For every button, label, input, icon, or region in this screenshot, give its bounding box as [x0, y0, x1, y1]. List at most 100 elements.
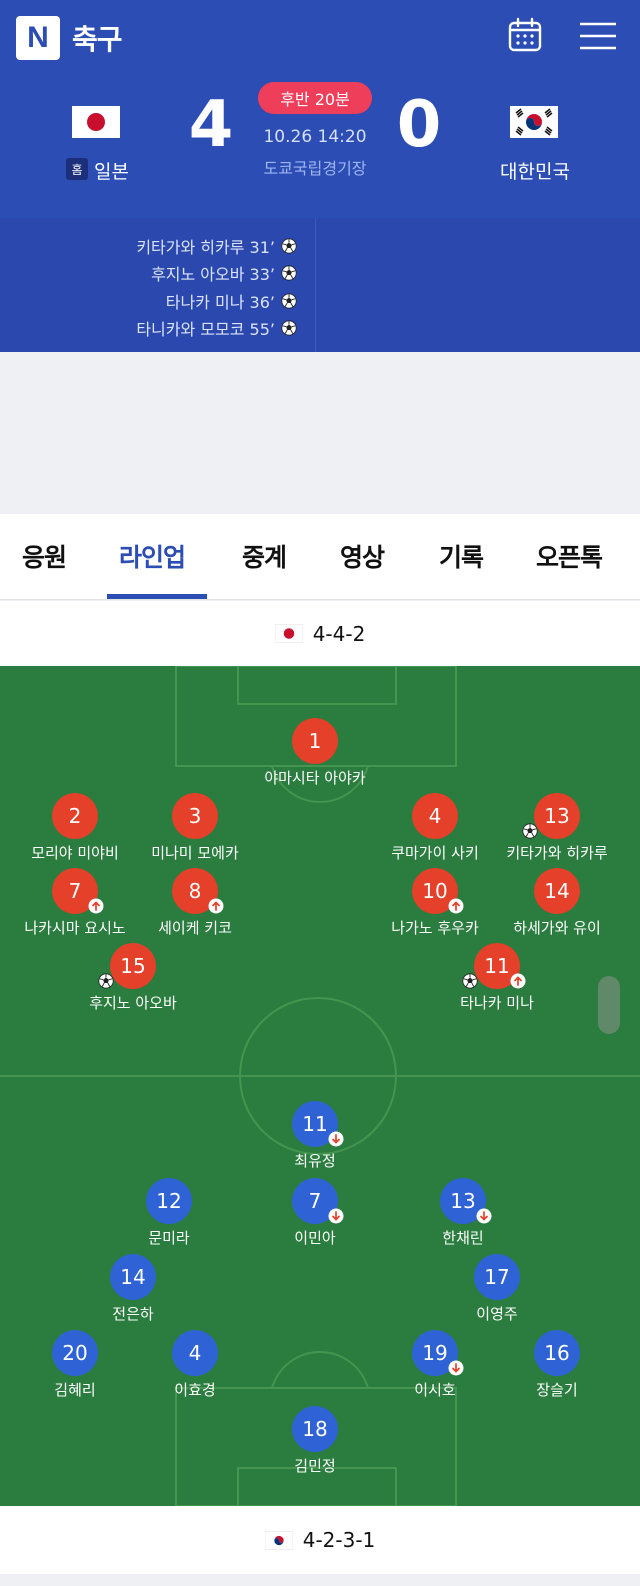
player-name: 이효경	[174, 1381, 216, 1399]
home-player[interactable]: 14 하세가와 유이	[482, 868, 632, 938]
player-number: 3	[172, 793, 218, 839]
player-number: 1	[292, 718, 338, 764]
player-name: 야마시타 아야카	[264, 769, 366, 787]
player-name: 이민아	[294, 1229, 336, 1247]
scroll-handle[interactable]	[598, 976, 620, 1034]
japan-flag-icon[interactable]	[72, 106, 120, 138]
player-name: 문미라	[148, 1229, 190, 1247]
player-name: 세이케 키코	[158, 919, 232, 937]
player-number: 12	[146, 1178, 192, 1224]
goal-scorer-text: 키타가와 히카루 31’	[136, 238, 275, 257]
section-title: 축구	[72, 23, 123, 56]
soccer-ball-icon	[281, 293, 297, 309]
tab-records[interactable]: 기록	[439, 538, 484, 574]
player-number: 18	[292, 1406, 338, 1452]
tab-cheer[interactable]: 응원	[22, 538, 67, 574]
away-player[interactable]: 18 김민정	[240, 1406, 390, 1476]
player-number: 17	[474, 1254, 520, 1300]
home-score: 4	[188, 88, 234, 162]
match-status-badge: 후반 20분	[258, 82, 372, 114]
goal-scorer-text: 타나카 미나 36’	[165, 293, 275, 312]
match-datetime: 10.26 14:20	[263, 127, 367, 147]
away-player[interactable]: 12 문미라	[94, 1178, 244, 1248]
away-player[interactable]: 17 이영주	[422, 1254, 572, 1324]
goal-scorer-text: 타니카와 모모코 55’	[136, 320, 275, 339]
home-formation-row: 4-4-2	[0, 601, 640, 666]
home-player[interactable]: 13 키타가와 히카루	[482, 793, 632, 863]
brand[interactable]: N 축구	[16, 16, 123, 60]
tab-open-talk[interactable]: 오픈톡	[536, 538, 603, 574]
player-name: 최유정	[294, 1152, 336, 1170]
player-number: 4	[412, 793, 458, 839]
goal-scorer-text: 후지노 아오바 33’	[151, 265, 275, 284]
player-number: 2	[52, 793, 98, 839]
home-player[interactable]: 8 세이케 키코	[120, 868, 270, 938]
player-name: 김민정	[294, 1457, 336, 1475]
tab-video[interactable]: 영상	[340, 538, 385, 574]
player-number: 4	[172, 1330, 218, 1376]
away-player[interactable]: 13 한채린	[388, 1178, 538, 1248]
away-team-name[interactable]: 대한민국	[500, 157, 570, 184]
player-number: 14	[110, 1254, 156, 1300]
sub-in-arrow-icon	[510, 973, 526, 989]
player-name: 키타가와 히카루	[506, 844, 608, 862]
player-number: 15	[110, 943, 156, 989]
goal-scorer-item[interactable]: 타니카와 모모코 55’	[136, 316, 297, 340]
tab-bar: 응원 라인업 중계 영상 기록 오픈톡	[0, 514, 640, 600]
japan-flag-icon	[274, 624, 303, 643]
korea-flag-icon[interactable]	[510, 106, 558, 138]
tab-lineup[interactable]: 라인업	[119, 538, 186, 574]
player-name: 한채린	[442, 1229, 484, 1247]
player-number: 14	[534, 868, 580, 914]
sub-out-arrow-icon	[476, 1208, 492, 1224]
player-name: 장슬기	[536, 1381, 578, 1399]
player-number: 20	[52, 1330, 98, 1376]
away-player[interactable]: 16 장슬기	[482, 1330, 632, 1400]
app-root: N 축구 홈 일본 4 후반 20분 10.26 14:20 도쿄국립경기장 0	[0, 0, 640, 1586]
away-player[interactable]: 4 이효경	[120, 1330, 270, 1400]
soccer-ball-icon	[281, 238, 297, 254]
sub-in-arrow-icon	[88, 898, 104, 914]
scorers-panel	[0, 218, 640, 352]
sub-in-arrow-icon	[208, 898, 224, 914]
away-formation: 4-2-3-1	[302, 1528, 376, 1552]
home-player[interactable]: 11 타나카 미나	[422, 943, 572, 1013]
soccer-ball-icon	[522, 823, 538, 839]
away-player[interactable]: 11 최유정	[240, 1101, 390, 1171]
away-score: 0	[396, 88, 442, 162]
home-player[interactable]: 1 야마시타 아야카	[240, 718, 390, 788]
match-header: N 축구 홈 일본 4 후반 20분 10.26 14:20 도쿄국립경기장 0	[0, 0, 640, 218]
home-formation: 4-4-2	[312, 621, 366, 646]
player-name: 타나카 미나	[460, 994, 534, 1012]
home-player[interactable]: 15 후지노 아오바	[58, 943, 208, 1013]
goal-scorer-item[interactable]: 후지노 아오바 33’	[151, 261, 297, 285]
hamburger-menu-icon[interactable]	[578, 20, 618, 52]
player-name: 전은하	[112, 1305, 154, 1323]
away-formation-row: 4-2-3-1	[0, 1506, 640, 1574]
soccer-ball-icon	[281, 265, 297, 281]
home-team-name[interactable]: 일본	[94, 157, 129, 184]
sub-out-arrow-icon	[328, 1131, 344, 1147]
away-player[interactable]: 14 전은하	[58, 1254, 208, 1324]
goal-scorer-item[interactable]: 키타가와 히카루 31’	[136, 234, 297, 258]
tab-broadcast[interactable]: 중계	[242, 538, 287, 574]
away-player[interactable]: 7 이민아	[240, 1178, 390, 1248]
soccer-ball-icon	[462, 973, 478, 989]
active-tab-indicator	[107, 594, 207, 599]
scorers-divider	[315, 218, 316, 352]
player-name: 후지노 아오바	[89, 994, 177, 1012]
sub-out-arrow-icon	[448, 1360, 464, 1376]
calendar-icon[interactable]	[507, 17, 543, 53]
player-name: 미나미 모에카	[151, 844, 239, 862]
sub-in-arrow-icon	[448, 898, 464, 914]
player-number: 16	[534, 1330, 580, 1376]
home-badge: 홈	[66, 158, 88, 180]
home-player[interactable]: 3 미나미 모에카	[120, 793, 270, 863]
player-name: 하세가와 유이	[513, 919, 601, 937]
goal-scorer-item[interactable]: 타나카 미나 36’	[166, 289, 297, 313]
naver-logo[interactable]: N	[16, 16, 60, 60]
soccer-ball-icon	[281, 320, 297, 336]
soccer-ball-icon	[98, 973, 114, 989]
player-name: 이영주	[476, 1305, 518, 1323]
sub-out-arrow-icon	[328, 1208, 344, 1224]
